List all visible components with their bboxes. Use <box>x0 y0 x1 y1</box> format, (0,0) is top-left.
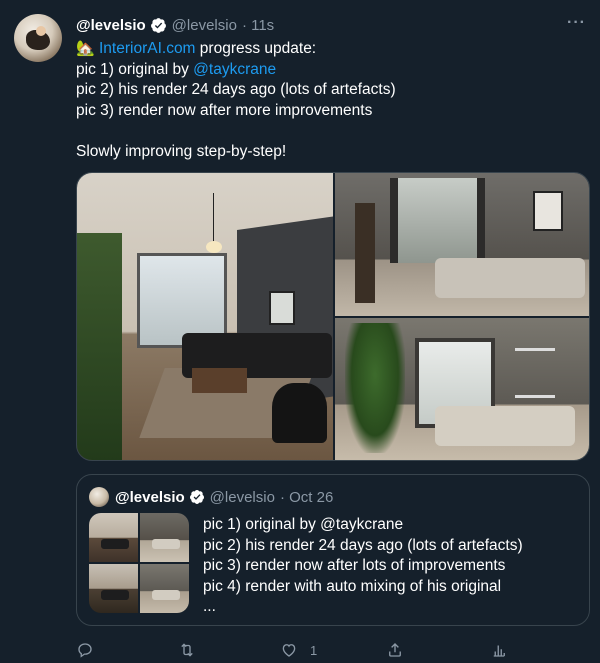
stats-button[interactable] <box>490 638 508 662</box>
retweet-icon <box>181 643 193 657</box>
retweet-button[interactable] <box>178 638 196 662</box>
house-emoji: 🏡 <box>76 40 95 57</box>
quoted-media-thumbnails[interactable] <box>89 513 189 613</box>
quoted-line: pic 4) render with auto mixing of his or… <box>203 577 502 595</box>
quoted-author-avatar[interactable] <box>89 487 109 507</box>
tweet-line-4: pic 3) render now after more improvement… <box>76 101 373 119</box>
share-icon <box>389 643 401 657</box>
tweet-line-1-rest: progress update: <box>195 40 317 57</box>
reply-button[interactable] <box>76 638 94 662</box>
tweet-text: 🏡 InteriorAI.com progress update: pic 1)… <box>76 39 586 162</box>
quoted-author-handle[interactable]: @levelsio <box>210 489 275 506</box>
author-avatar[interactable] <box>14 14 62 62</box>
media-image-1[interactable] <box>77 173 333 460</box>
quoted-line: pic 1) original by @taykcrane <box>203 516 404 533</box>
quoted-author-name[interactable]: @levelsio <box>115 489 185 506</box>
quoted-tweet-text: pic 1) original by @taykcrane pic 2) his… <box>203 515 583 618</box>
quoted-line: pic 2) his render 24 days ago (lots of a… <box>203 536 523 554</box>
author-name[interactable]: @levelsio <box>76 17 146 34</box>
like-count: 1 <box>310 642 318 658</box>
interiorai-link[interactable]: InteriorAI.com <box>99 40 195 57</box>
quoted-tweet-date[interactable]: · Oct 26 <box>280 489 333 506</box>
tweet-actions: 1 <box>76 638 590 662</box>
quoted-line: pic 3) render now after lots of improvem… <box>203 557 506 574</box>
like-icon <box>282 644 296 657</box>
tweet-line-3: pic 2) his render 24 days ago (lots of a… <box>76 81 396 98</box>
more-icon[interactable]: ··· <box>567 14 586 32</box>
avatar-face <box>36 26 46 36</box>
like-button[interactable]: 1 <box>280 638 317 662</box>
quoted-thumbnail-2 <box>140 513 189 562</box>
author-handle[interactable]: @levelsio <box>172 17 237 34</box>
reply-icon <box>78 643 92 658</box>
media-image-2[interactable] <box>335 173 589 316</box>
taykcrane-mention-link[interactable]: @taykcrane <box>193 61 276 78</box>
quoted-tweet-header: @levelsio @levelsio · Oct 26 <box>115 487 333 507</box>
quoted-thumbnail-1 <box>89 513 138 562</box>
quoted-line-ellipsis: ... <box>203 598 216 615</box>
quoted-thumbnail-4 <box>140 564 189 613</box>
verified-badge-icon <box>150 17 166 33</box>
tweet-line-2-prefix: pic 1) original by <box>76 60 194 78</box>
quoted-thumbnail-3 <box>89 564 138 613</box>
verified-badge-icon <box>189 490 204 504</box>
tweet-line-5: Slowly improving step-by-step! <box>76 142 287 160</box>
media-image-3[interactable] <box>335 318 589 460</box>
tweet-media-grid <box>76 172 590 461</box>
tweet-time[interactable]: · 11s <box>242 17 274 34</box>
stats-icon <box>493 645 505 657</box>
quoted-tweet[interactable]: @levelsio @levelsio · Oct 26 pic 1) orig… <box>76 474 590 626</box>
share-button[interactable] <box>386 638 404 662</box>
tweet-header: @levelsio @levelsio · 11s ··· <box>76 14 586 36</box>
